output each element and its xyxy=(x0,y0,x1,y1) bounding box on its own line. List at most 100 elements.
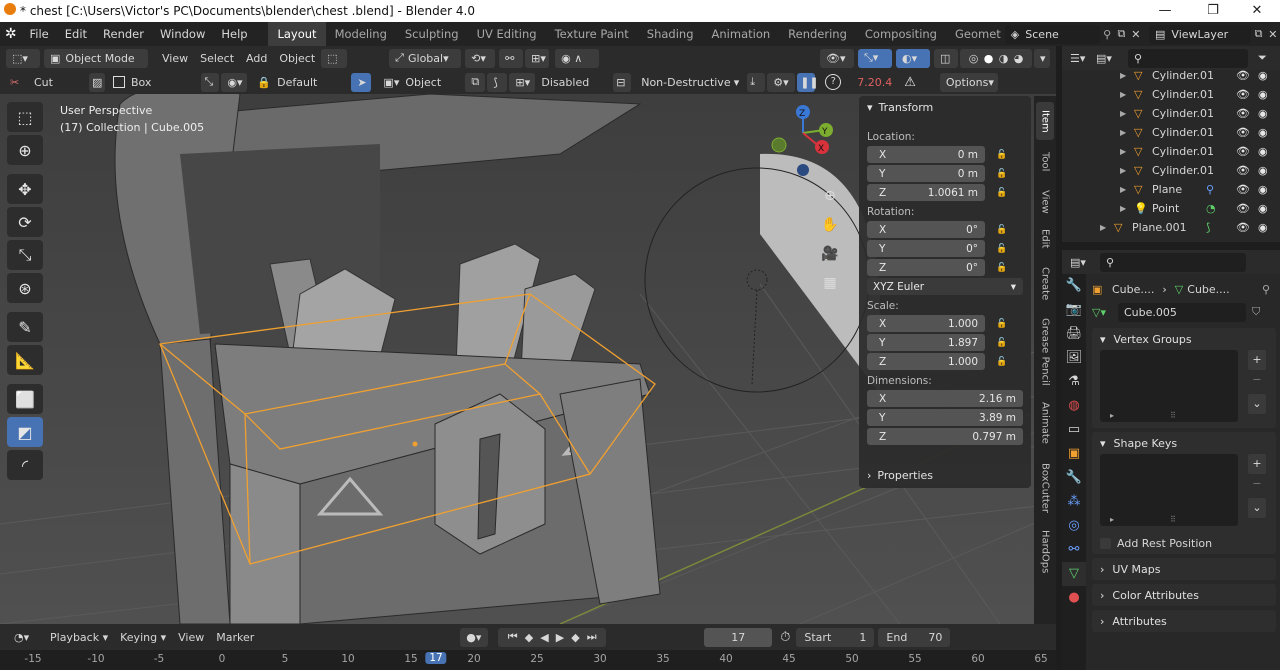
minimize-button[interactable]: — xyxy=(1142,0,1188,22)
rendered-shading-icon[interactable]: ◕ xyxy=(1014,52,1024,65)
tab-animation[interactable]: Animation xyxy=(703,22,780,46)
pin-icon[interactable]: ⚲ xyxy=(1262,283,1270,296)
rotation-mode-dropdown[interactable]: XYZ Euler ▾ xyxy=(867,278,1031,295)
scale-x-field[interactable]: X 1.000 🔓 xyxy=(867,315,1031,332)
breadcrumb-mesh[interactable]: Cube.... xyxy=(1187,283,1229,296)
cursor-tool-icon[interactable]: ⊕ xyxy=(7,135,43,165)
zoom-icon[interactable]: ⊕ xyxy=(818,182,842,211)
box-shape-icon[interactable] xyxy=(112,76,125,88)
eye-icon[interactable]: 👁 xyxy=(1236,221,1250,234)
scale-z-field[interactable]: Z 1.000 🔓 xyxy=(867,353,1031,370)
new-scene-icon[interactable]: ⧉ xyxy=(1114,27,1128,41)
transform-orientation-selector[interactable]: ⤢ Global ▾ xyxy=(389,48,462,68)
menu-view[interactable]: View xyxy=(156,52,194,65)
menu-file[interactable]: File xyxy=(22,27,57,41)
camera-render-icon[interactable]: ◉ xyxy=(1258,126,1268,139)
snap-target-icon[interactable]: ⊞▾ xyxy=(525,48,550,68)
default-preset-selector[interactable]: 🔒 Default xyxy=(251,72,350,92)
wireframe-shading-icon[interactable]: ◎ xyxy=(969,52,979,65)
eye-icon[interactable]: 👁 xyxy=(1236,145,1250,158)
properties-header[interactable]: › Properties xyxy=(859,464,1031,486)
stopwatch-icon[interactable]: ⏱ xyxy=(780,630,790,645)
scene-selector[interactable]: ◈ Scene xyxy=(1004,24,1100,44)
transform-tool-icon[interactable]: ⊛ xyxy=(7,273,43,303)
menu-select[interactable]: Select xyxy=(194,52,240,65)
modifier-tab-icon[interactable]: 🔧 xyxy=(1062,466,1086,490)
jump-start-icon[interactable]: ⏮ xyxy=(508,630,518,644)
navigation-gizmo[interactable]: Z Y X xyxy=(770,100,840,180)
keying-menu[interactable]: Keying ▾ xyxy=(114,631,172,644)
array-icon[interactable]: ⊞▾ xyxy=(509,72,536,92)
camera-render-icon[interactable]: ◉ xyxy=(1258,164,1268,177)
maximize-button[interactable]: ❐ xyxy=(1190,0,1236,22)
physics-tab-icon[interactable]: ◎ xyxy=(1062,514,1086,538)
boxcutter-icon[interactable]: ⤡ xyxy=(201,72,220,92)
scale-tool-icon[interactable]: ⤡ xyxy=(7,240,43,270)
shading-options-icon[interactable]: ▾ xyxy=(1034,48,1050,68)
eye-icon[interactable]: 👁 xyxy=(1236,202,1250,215)
vertex-group-menu-icon[interactable]: ⌄ xyxy=(1248,394,1266,414)
eye-icon[interactable]: 👁 xyxy=(1236,107,1250,120)
origin-icon[interactable]: ◉▾ xyxy=(221,72,248,92)
settings-gear-icon[interactable]: ⚙▾ xyxy=(767,72,796,92)
fake-user-shield-icon[interactable]: ⛉ xyxy=(1252,305,1260,319)
proportional-editing-button[interactable]: ◉ ∧ xyxy=(555,48,600,68)
camera-render-icon[interactable]: ◉ xyxy=(1258,221,1268,234)
tab-rendering[interactable]: Rendering xyxy=(779,22,856,46)
tab-texture-paint[interactable]: Texture Paint xyxy=(546,22,638,46)
outliner-item[interactable]: ▶ ▽ Cylinder.01 👁 ◉ xyxy=(1062,66,1280,85)
remove-shape-key-icon[interactable]: − xyxy=(1248,474,1266,494)
tab-item[interactable]: Item xyxy=(1036,102,1054,140)
properties-search-input[interactable]: ⚲ xyxy=(1100,252,1246,272)
outliner-item[interactable]: ▶ ▽ Cylinder.01 👁 ◉ xyxy=(1062,142,1280,161)
jump-keyframe-back-icon[interactable]: ◆ xyxy=(525,631,533,644)
extra-tools-button[interactable]: ⬚ xyxy=(321,48,348,68)
non-destructive-selector[interactable]: Non-Destructive ▾ xyxy=(635,72,746,92)
attributes-header[interactable]: › Attributes xyxy=(1092,610,1276,632)
uv-maps-header[interactable]: › UV Maps xyxy=(1092,558,1276,580)
apply-icon[interactable]: ⤓ xyxy=(747,72,766,92)
eye-icon[interactable]: 👁 xyxy=(1236,164,1250,177)
filter-icon[interactable]: ⏷ xyxy=(1258,51,1267,65)
lock-icon[interactable]: 🔓 xyxy=(993,357,1011,367)
editor-type-button[interactable]: ⬚ ▾ xyxy=(6,48,40,68)
bevel-icon[interactable]: ⟆ xyxy=(487,72,508,92)
data-tab-icon[interactable]: ▽ xyxy=(1062,562,1086,586)
add-cube-tool-icon[interactable]: ⬜ xyxy=(7,384,43,414)
transform-header[interactable]: ▾ Transform xyxy=(859,96,1031,118)
lock-icon[interactable]: 🔓 xyxy=(993,263,1011,273)
menu-add[interactable]: Add xyxy=(240,52,273,65)
tab-edit[interactable]: Edit xyxy=(1036,224,1054,254)
constraints-tab-icon[interactable]: ⚯ xyxy=(1062,538,1086,562)
play-icon[interactable]: ▶ xyxy=(556,631,564,644)
marker-menu[interactable]: Marker xyxy=(210,631,260,644)
tab-shading[interactable]: Shading xyxy=(638,22,703,46)
camera-icon[interactable]: 🎥 xyxy=(818,240,842,269)
end-frame-field[interactable]: End 70 xyxy=(878,627,951,647)
tool-settings-tab-icon[interactable]: 🔧 xyxy=(1062,274,1086,298)
warning-icon[interactable]: ⚠ xyxy=(904,75,916,90)
box-label[interactable]: Box xyxy=(125,76,157,89)
select-cursor-icon[interactable]: ➤ xyxy=(351,72,372,92)
lock-icon[interactable]: 🔓 xyxy=(993,150,1011,160)
outliner-item[interactable]: ▶ 💡 Point ◔ 👁 ◉ xyxy=(1062,199,1280,218)
measure-tool-icon[interactable]: 📐 xyxy=(7,345,43,375)
tab-modeling[interactable]: Modeling xyxy=(326,22,396,46)
current-frame-marker[interactable]: 17 xyxy=(425,652,447,664)
xray-toggle-icon[interactable]: ◫ xyxy=(934,48,958,68)
select-box-tool-icon[interactable]: ⬚ xyxy=(7,102,43,132)
tab-grease-pencil[interactable]: Grease Pencil xyxy=(1036,314,1054,390)
particles-tab-icon[interactable]: ⁂ xyxy=(1062,490,1086,514)
outliner-item[interactable]: ▶ ▽ Plane.001 ⟆ 👁 ◉ xyxy=(1062,218,1280,237)
dimensions-y-field[interactable]: Y 3.89 m xyxy=(867,409,1031,426)
eye-icon[interactable]: 👁 xyxy=(1236,88,1250,101)
breadcrumb-object[interactable]: Cube.... xyxy=(1112,283,1154,296)
tab-uv-editing[interactable]: UV Editing xyxy=(468,22,546,46)
remove-vertex-group-icon[interactable]: − xyxy=(1248,370,1266,390)
outliner-item[interactable]: ▶ ▽ Plane ⚲ 👁 ◉ xyxy=(1062,180,1280,199)
view-layer-tab-icon[interactable]: 🖼 xyxy=(1062,346,1086,370)
eye-icon[interactable]: 👁 xyxy=(1236,126,1250,139)
tab-tool[interactable]: Tool xyxy=(1036,144,1054,180)
view-layer-selector[interactable]: ▤ ViewLayer xyxy=(1149,24,1252,44)
vertex-groups-header[interactable]: ▾ Vertex Groups xyxy=(1092,328,1276,350)
